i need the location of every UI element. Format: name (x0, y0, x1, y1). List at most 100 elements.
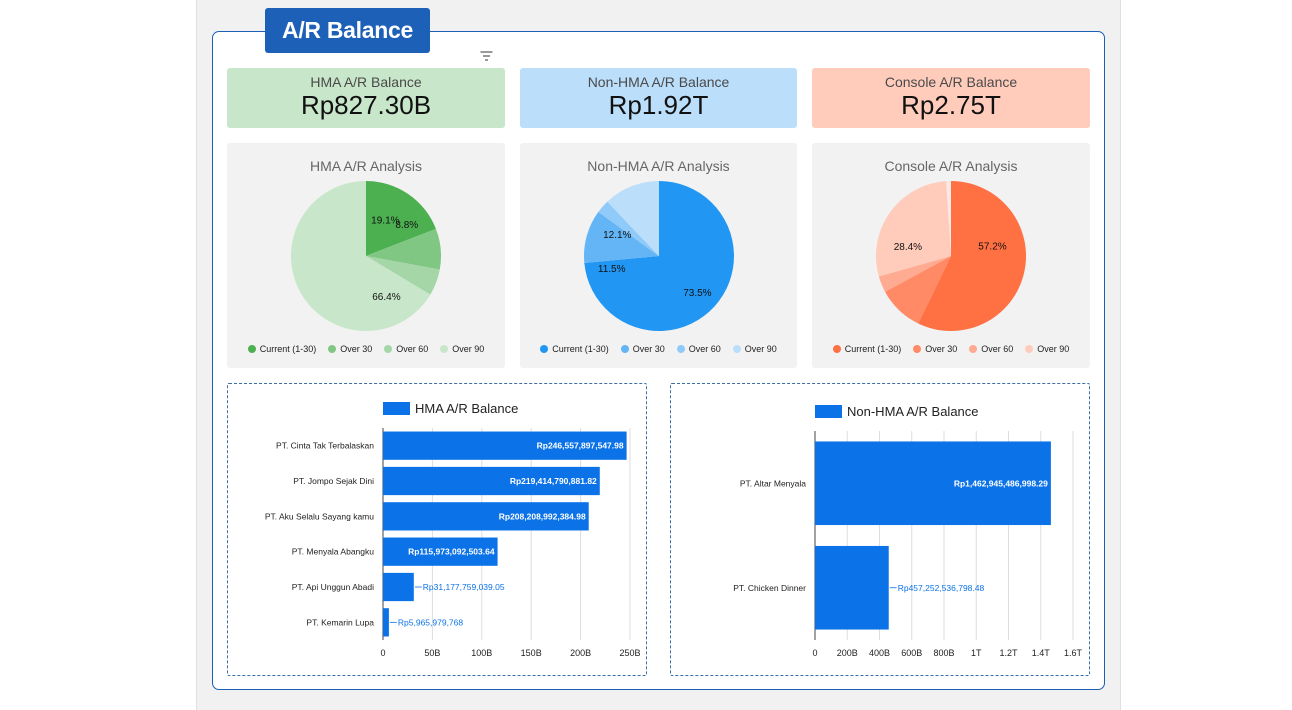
legend-swatch (328, 345, 337, 353)
legend-swatch (540, 345, 549, 353)
legend-swatch (732, 345, 741, 353)
legend-label: Non-HMA A/R Balance (847, 404, 979, 419)
legend-swatch (440, 345, 449, 353)
x-tick-label: 250B (619, 648, 640, 658)
pie-data-label: 73.5% (683, 288, 711, 299)
data-label: Rp208,208,992,384.98 (499, 511, 586, 521)
filter-icon[interactable] (480, 51, 493, 61)
legend-swatch (832, 345, 841, 353)
x-tick-label: 100B (471, 648, 492, 658)
data-label: Rp31,177,759,039.05 (423, 582, 505, 592)
legend-label: Over 60 (396, 344, 429, 354)
legend-item[interactable]: Over 90 (1025, 344, 1069, 354)
kpi-non-hma-label: Non-HMA A/R Balance (587, 74, 730, 90)
bar[interactable] (383, 608, 389, 637)
pie-legend-hma: Current (1-30) Over 30 Over 60 Over 90 (227, 344, 505, 354)
pie-chart-hma: 19.1%8.8%66.4% (291, 181, 441, 331)
legend-item[interactable]: Over 60 (384, 344, 428, 354)
x-tick-label: 1T (971, 648, 982, 658)
legend-item[interactable]: Over 30 (913, 344, 957, 354)
pie-data-label: 28.4% (894, 242, 922, 253)
category-label: PT. Menyala Abangku (292, 547, 374, 557)
legend-swatch (247, 345, 256, 353)
legend-label: HMA A/R Balance (415, 401, 518, 416)
legend-swatch (815, 405, 842, 418)
legend-item[interactable]: Over 90 (440, 344, 484, 354)
bar[interactable] (815, 545, 889, 630)
legend-item[interactable]: Current (1-30) (540, 344, 609, 354)
legend-swatch (676, 345, 685, 353)
pie-card-console: Console A/R Analysis 57.2% 28.4% Current … (812, 143, 1090, 368)
data-label: Rp5,965,979,768 (398, 617, 463, 627)
kpi-console-value: Rp2.75T (901, 90, 1001, 120)
kpi-console-label: Console A/R Balance (884, 74, 1018, 90)
legend-label: Current (1-30) (844, 344, 902, 354)
legend-label: Current (1-30) (552, 344, 609, 354)
pie-data-label: 8.8% (395, 220, 418, 231)
legend-swatch (1025, 345, 1034, 353)
pie-chart-console: 57.2% 28.4% (876, 181, 1026, 331)
pie-legend-non-hma: Current (1-30) Over 30 Over 60 Over 90 (520, 344, 797, 354)
x-tick-label: 0 (380, 648, 385, 658)
legend-item[interactable]: Current (1-30) (832, 344, 902, 354)
category-label: PT. Chicken Dinner (733, 583, 806, 593)
page-title: A/R Balance (265, 8, 430, 53)
pie-chart-non-hma: 73.5% 11.5% 12.1% (584, 181, 734, 331)
pie-data-label: 11.5% (598, 264, 626, 275)
legend-item[interactable]: Over 60 (676, 344, 721, 354)
x-tick-label: 0 (812, 648, 817, 658)
kpi-hma-card: HMA A/R Balance Rp827.30B (227, 68, 505, 128)
x-tick-label: 200B (570, 648, 591, 658)
x-tick-label: 200B (837, 648, 858, 658)
legend-label: Over 90 (452, 344, 485, 354)
data-label: Rp246,557,897,547.98 (537, 441, 624, 451)
legend-item[interactable]: Current (1-30) (247, 344, 316, 354)
pie-card-hma: HMA A/R Analysis 19.1% 8.8% 66.4% Current … (227, 143, 505, 368)
x-tick-label: 50B (424, 648, 440, 658)
legend-swatch (969, 345, 978, 353)
legend-label: Over 90 (1037, 344, 1070, 354)
legend-label: Over 30 (340, 344, 373, 354)
x-tick-label: 800B (933, 648, 954, 658)
pie-card-non-hma: Non-HMA A/R Analysis 73.5% 11.5% 12.1% Cur… (520, 143, 797, 368)
bar-card-non-hma: Non-HMA A/R Balance 0 200B 400B 600B 800B 1T 1.… (670, 383, 1090, 676)
legend-label: Over 30 (632, 344, 665, 354)
legend-item[interactable]: Over 30 (328, 344, 372, 354)
x-tick-label: 1.2T (999, 648, 1018, 658)
category-label: PT. Cinta Tak Terbalaskan (276, 441, 374, 451)
bar-chart-non-hma: Non-HMA A/R Balance 0 200B 400B 600B 800B 1T 1.… (733, 404, 1083, 658)
data-label: Rp457,252,536,798.48 (898, 583, 985, 593)
x-tick-label: 1.4T (1032, 648, 1051, 658)
bar[interactable] (383, 572, 414, 602)
pie-data-label: 12.1% (603, 230, 631, 241)
data-label: Rp115,973,092,503.64 (408, 547, 495, 557)
x-tick-label: 400B (869, 648, 890, 658)
kpi-hma-label: HMA A/R Balance (310, 74, 422, 90)
legend-label: Over 30 (925, 344, 958, 354)
kpi-console-card: Console A/R Balance Rp2.75T (812, 68, 1090, 128)
legend-swatch (383, 402, 410, 415)
category-label: PT. Altar Menyala (740, 478, 806, 488)
category-label: PT. Api Unggun Abadi (292, 582, 374, 592)
bar-chart-hma: HMA A/R Balance 0 50B 100B 150B 200B 250B PT. C… (265, 401, 641, 658)
pie-data-label: 66.4% (372, 292, 400, 303)
bar-card-hma: HMA A/R Balance 0 50B 100B 150B 200B 250B PT. C… (227, 383, 647, 676)
legend-label: Over 90 (744, 344, 777, 354)
kpi-non-hma-value: Rp1.92T (608, 90, 709, 120)
legend-item[interactable]: Over 60 (969, 344, 1013, 354)
legend-label: Over 60 (981, 344, 1014, 354)
category-label: PT. Kemarin Lupa (306, 617, 374, 627)
x-tick-label: 150B (521, 648, 542, 658)
x-tick-label: 1.6T (1064, 648, 1083, 658)
legend-item[interactable]: Over 90 (732, 344, 777, 354)
legend-item[interactable]: Over 30 (620, 344, 665, 354)
data-label: Rp1,462,945,486,998.29 (954, 478, 1048, 488)
data-label: Rp219,414,790,881.82 (510, 476, 597, 486)
category-label: PT. Aku Selalu Sayang kamu (265, 511, 374, 521)
x-tick-label: 600B (901, 648, 922, 658)
pie-data-label: 57.2% (978, 242, 1006, 253)
legend-swatch (913, 345, 922, 353)
legend-label: Over 60 (688, 344, 721, 354)
legend-swatch (384, 345, 393, 353)
legend-swatch (620, 345, 629, 353)
